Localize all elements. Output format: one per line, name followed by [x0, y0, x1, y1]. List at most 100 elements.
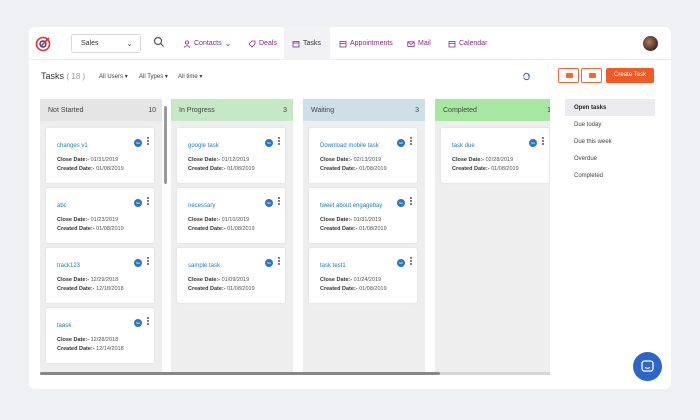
close-date-line: Close Date:- 01/31/2019 — [320, 217, 381, 223]
filter-panel-item[interactable]: Due this week — [565, 133, 655, 150]
board-view-button[interactable] — [581, 68, 602, 83]
filter-panel-item[interactable]: Overdue — [565, 150, 655, 167]
refresh-icon[interactable] — [522, 72, 531, 81]
more-options-icon[interactable] — [147, 197, 149, 206]
filter-panel-item[interactable]: Due today — [565, 116, 655, 133]
column-header[interactable]: Not Started 10 — [40, 99, 162, 121]
close-date-label: Close Date:- — [188, 277, 221, 283]
created-date-value: 01/08/2019 — [359, 286, 387, 292]
more-options-icon[interactable] — [147, 137, 149, 146]
more-options-icon[interactable] — [410, 257, 412, 266]
assignee-badge: SA — [529, 139, 537, 147]
deals-icon — [248, 40, 256, 48]
search-icon[interactable] — [153, 36, 165, 48]
created-date-value: 01/08/2019 — [96, 226, 124, 232]
task-card[interactable]: google task SA Close Date:- 01/12/2019 Crea… — [177, 128, 285, 183]
assignee-badge: SA — [397, 259, 405, 267]
task-name-link[interactable]: tweet about engagebay — [320, 203, 382, 209]
created-date-line: Created Date:- 01/08/2019 — [57, 226, 124, 232]
module-dropdown[interactable]: Sales ⌄ — [71, 34, 141, 53]
engagebay-logo-icon[interactable] — [35, 36, 51, 52]
chat-launcher-button[interactable] — [633, 352, 662, 381]
close-date-value: 02/28/2019 — [485, 157, 514, 163]
task-card[interactable]: task test1 SA Close Date:- 01/24/2019 Creat… — [309, 248, 417, 303]
task-name-link[interactable]: abc — [57, 203, 67, 209]
nav-appointments[interactable]: Appointments — [339, 27, 393, 60]
created-date-value: 12/14/2018 — [96, 346, 124, 352]
contacts-icon — [183, 39, 191, 48]
close-date-value: 12/28/2018 — [90, 337, 119, 343]
filter-types[interactable]: All Types ▾ — [139, 73, 168, 80]
nav-deals[interactable]: Deals — [248, 27, 277, 60]
task-count: ( 18 ) — [66, 72, 86, 81]
avatar[interactable] — [643, 36, 658, 51]
board-scrollbar-thumb[interactable] — [40, 372, 440, 375]
task-card[interactable]: track123 SA Close Date:- 12/29/2018 Created… — [46, 248, 154, 303]
task-name-link[interactable]: necessary — [188, 203, 215, 209]
column-count: 1 — [547, 107, 550, 114]
app-window: Sales ⌄ Contacts ⌄ Deals Tasks Appointme… — [29, 27, 671, 389]
column-title: In Progress — [179, 107, 215, 114]
task-name-link[interactable]: taask — [57, 323, 71, 329]
close-date-line: Close Date:- 01/23/2019 — [57, 217, 118, 223]
nav-contacts[interactable]: Contacts ⌄ — [183, 27, 231, 60]
filter-panel-item[interactable]: Open tasks — [565, 99, 655, 116]
task-name-link[interactable]: Download mobile task — [320, 143, 379, 149]
task-name-link[interactable]: changes v1 — [57, 143, 88, 149]
nav-contacts-label: Contacts — [194, 40, 222, 47]
task-name-link[interactable]: task due — [452, 143, 475, 149]
task-card[interactable]: taask SA Close Date:- 12/28/2018 Created Da… — [46, 308, 154, 363]
task-card[interactable]: sample task SA Close Date:- 01/09/2019 Crea… — [177, 248, 285, 303]
list-icon — [566, 73, 573, 78]
nav-calendar[interactable]: Calendar — [448, 27, 487, 60]
task-name-link[interactable]: track123 — [57, 263, 80, 269]
created-date-label: Created Date:- — [57, 346, 95, 352]
chevron-down-icon: ⌄ — [126, 39, 133, 48]
created-date-value: 01/08/2019 — [96, 166, 124, 172]
close-date-line: Close Date:- 02/28/2019 — [452, 157, 513, 163]
task-card[interactable]: necessary SA Close Date:- 01/10/2019 Create… — [177, 188, 285, 243]
task-card[interactable]: Download mobile task SA Close Date:- 02/13… — [309, 128, 417, 183]
more-options-icon[interactable] — [278, 137, 280, 146]
caret-down-icon: ▾ — [164, 74, 168, 80]
close-date-label: Close Date:- — [188, 157, 221, 163]
filter-users[interactable]: All Users ▾ — [99, 73, 128, 80]
task-card[interactable]: task due SA Close Date:- 02/28/2019 Created… — [441, 128, 549, 183]
column-header[interactable]: Waiting 3 — [303, 99, 425, 121]
created-date-label: Created Date:- — [57, 286, 95, 292]
board-column: In Progress 3 google task SA Close Date:- 01… — [171, 99, 293, 375]
column-scrollbar[interactable] — [164, 106, 167, 184]
nav-calendar-label: Calendar — [459, 40, 488, 47]
more-options-icon[interactable] — [542, 137, 544, 146]
filter-time-label: All time — [178, 74, 198, 80]
created-date-label: Created Date:- — [320, 166, 358, 172]
nav-tasks[interactable]: Tasks — [284, 27, 330, 60]
close-date-label: Close Date:- — [57, 277, 90, 283]
more-options-icon[interactable] — [147, 317, 149, 326]
task-name-link[interactable]: google task — [188, 143, 219, 149]
more-options-icon[interactable] — [410, 137, 412, 146]
filter-users-label: All Users — [99, 74, 124, 80]
more-options-icon[interactable] — [278, 197, 280, 206]
create-task-button[interactable]: Create Task — [606, 68, 654, 83]
more-options-icon[interactable] — [278, 257, 280, 266]
column-header[interactable]: Completed 1 — [435, 99, 550, 121]
close-date-label: Close Date:- — [57, 217, 90, 223]
assignee-badge: SA — [265, 139, 273, 147]
more-options-icon[interactable] — [147, 257, 149, 266]
more-options-icon[interactable] — [410, 197, 412, 206]
filter-time[interactable]: All time ▾ — [178, 73, 202, 80]
task-name-link[interactable]: task test1 — [320, 263, 346, 269]
column-header[interactable]: In Progress 3 — [171, 99, 293, 121]
task-name-link[interactable]: sample task — [188, 263, 220, 269]
board-scrollbar[interactable] — [40, 372, 550, 375]
created-date-line: Created Date:- 01/08/2019 — [188, 166, 255, 172]
list-view-button[interactable] — [558, 68, 579, 83]
task-card[interactable]: abc SA Close Date:- 01/23/2019 Created Date… — [46, 188, 154, 243]
task-card[interactable]: tweet about engagebay SA Close Date:- 01/3… — [309, 188, 417, 243]
nav-mail[interactable]: Mail — [407, 27, 431, 60]
nav-appointments-label: Appointments — [350, 40, 393, 47]
board-column: Completed 1 task due SA Close Date:- 02/28/2… — [435, 99, 550, 375]
task-card[interactable]: changes v1 SA Close Date:- 01/31/2019 Creat… — [46, 128, 154, 183]
filter-panel-item[interactable]: Completed — [565, 167, 655, 184]
